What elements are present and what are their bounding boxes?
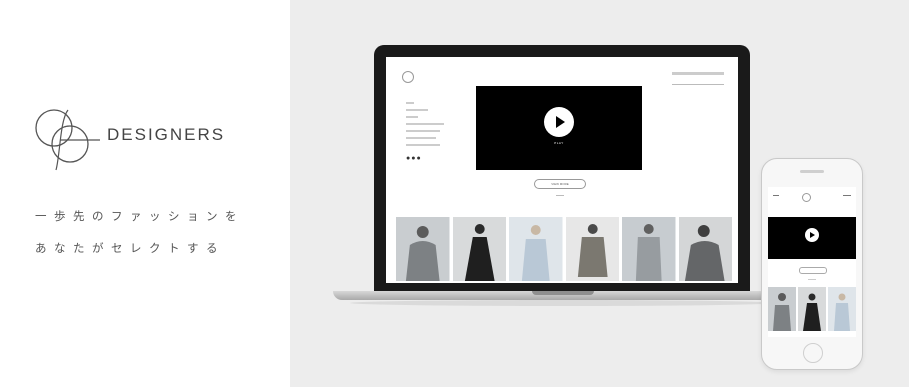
phone-photo-2[interactable] [798,287,826,331]
tagline-line-1: 一歩先のファッションを [35,209,244,223]
model-photo-6[interactable] [678,217,732,281]
play-icon [556,116,565,128]
menu-icon[interactable] [773,195,779,196]
model-photo-5[interactable] [622,217,676,281]
phone-speaker [800,170,824,173]
photo-strip [396,217,732,281]
phone-play-button[interactable] [805,228,819,242]
phone-photo-grid [768,287,856,331]
small-divider [556,195,564,196]
phone-logo-icon [802,193,811,202]
phone-video-player[interactable] [768,217,856,259]
site-top-nav [672,72,724,75]
phone-photo-1[interactable] [768,287,796,331]
site-logo-icon [402,71,414,83]
site-search-line [672,84,724,85]
phone-view-more-button[interactable] [799,267,827,274]
model-photo-3[interactable] [509,217,563,281]
phone-photo-3[interactable] [828,287,856,331]
play-icon [810,232,815,238]
brand-name: DESIGNERS [107,125,226,144]
phone-home-button[interactable] [803,343,823,363]
phone-screen [768,187,856,337]
laptop-shadow [350,300,775,306]
phone-divider [808,279,816,280]
model-photo-2[interactable] [452,217,506,281]
laptop-notch [532,291,594,295]
social-icons: ●●● [406,155,422,162]
phone-frame [761,158,863,370]
site-side-nav [406,102,444,151]
play-button[interactable] [544,107,574,137]
view-more-button[interactable]: VIEW MORE [534,179,586,189]
phone-icons[interactable] [843,195,851,196]
video-player[interactable]: PLAY [476,86,642,170]
sf-logo-icon [35,109,100,171]
play-label: PLAY [554,141,564,145]
model-photo-4[interactable] [565,217,619,281]
promo-banner: DESIGNERS 一歩先のファッションを あなたがセレクトする ●●● PLA… [0,0,909,387]
brand-panel: DESIGNERS 一歩先のファッションを あなたがセレクトする [0,0,290,387]
model-photo-1[interactable] [396,217,450,281]
tagline-line-2: あなたがセレクトする [35,241,225,255]
laptop-screen: ●●● PLAY VIEW MORE [386,57,738,283]
